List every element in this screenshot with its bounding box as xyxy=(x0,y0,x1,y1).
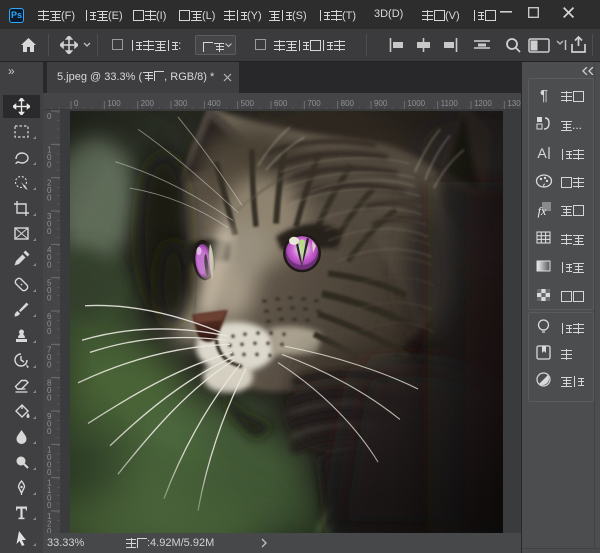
svg-text:800: 800 xyxy=(341,99,355,108)
svg-text:0: 0 xyxy=(47,112,52,121)
svg-text:1200: 1200 xyxy=(474,99,492,108)
svg-text:0: 0 xyxy=(47,260,52,269)
svg-text:0: 0 xyxy=(47,327,52,336)
svg-text:1100: 1100 xyxy=(441,99,459,108)
svg-text:1300: 1300 xyxy=(507,99,521,108)
svg-text:0: 0 xyxy=(47,227,52,236)
svg-text:0: 0 xyxy=(47,394,52,403)
svg-text:500: 500 xyxy=(241,99,255,108)
svg-text:0: 0 xyxy=(47,427,52,436)
svg-text:300: 300 xyxy=(174,99,188,108)
svg-text:A: A xyxy=(537,145,547,161)
svg-text:fx: fx xyxy=(538,204,547,218)
svg-text:200: 200 xyxy=(141,99,155,108)
svg-text:700: 700 xyxy=(307,99,321,108)
svg-text:0: 0 xyxy=(47,468,52,477)
svg-text:900: 900 xyxy=(374,99,388,108)
svg-text:1000: 1000 xyxy=(407,99,425,108)
svg-text:0: 0 xyxy=(47,360,52,369)
svg-text:0: 0 xyxy=(74,99,79,108)
svg-text:100: 100 xyxy=(107,99,121,108)
svg-text:0: 0 xyxy=(47,194,52,203)
svg-text:600: 600 xyxy=(274,99,288,108)
svg-text:0: 0 xyxy=(47,160,52,169)
svg-text:¶: ¶ xyxy=(540,87,548,104)
svg-text:0: 0 xyxy=(47,294,52,303)
svg-text:400: 400 xyxy=(207,99,221,108)
svg-text:0: 0 xyxy=(47,501,52,510)
